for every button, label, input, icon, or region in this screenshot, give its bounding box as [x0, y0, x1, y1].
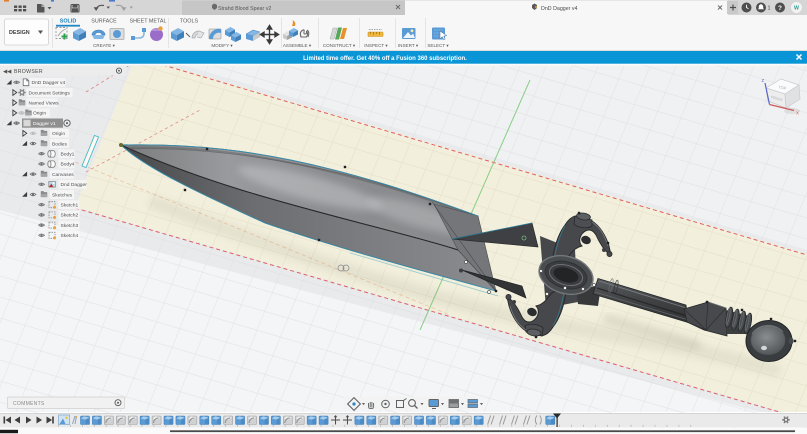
svg-text:TOOLS: TOOLS: [180, 19, 199, 25]
svg-text:DESIGN: DESIGN: [9, 30, 30, 36]
svg-text:Strahd Blood Spear v2: Strahd Blood Spear v2: [218, 6, 271, 12]
svg-text:Sketches: Sketches: [52, 192, 73, 198]
svg-text:SELECT ▾: SELECT ▾: [427, 43, 449, 48]
svg-text:Body4: Body4: [61, 162, 75, 168]
svg-text:COMMENTS: COMMENTS: [13, 401, 45, 407]
svg-text:DnD Dagger v4: DnD Dagger v4: [541, 6, 578, 12]
svg-text:INSPECT ▾: INSPECT ▾: [364, 43, 388, 48]
svg-text:Sketch2: Sketch2: [61, 213, 79, 219]
svg-text:Named Views: Named Views: [29, 101, 60, 107]
svg-text:CREATE ▾: CREATE ▾: [93, 43, 116, 48]
svg-text:◀◀: ◀◀: [3, 69, 11, 75]
svg-text:MODIFY ▾: MODIFY ▾: [211, 43, 233, 48]
svg-text:Sketch4: Sketch4: [61, 233, 79, 239]
svg-text:Origin: Origin: [52, 131, 65, 137]
svg-text:Origin: Origin: [33, 111, 46, 117]
svg-text:SURFACE: SURFACE: [91, 19, 117, 25]
svg-text:Bodies: Bodies: [52, 141, 68, 147]
svg-text:Body1: Body1: [61, 152, 75, 158]
svg-text:Sketch1: Sketch1: [61, 203, 79, 209]
svg-text:CONSTRUCT ▾: CONSTRUCT ▾: [323, 43, 356, 48]
svg-text:INSERT ▾: INSERT ▾: [398, 43, 419, 48]
svg-text:Document Settings: Document Settings: [29, 90, 71, 96]
svg-text:Canvases: Canvases: [52, 172, 74, 178]
svg-text:Dagger v1: Dagger v1: [33, 121, 56, 127]
svg-text:X: X: [796, 111, 799, 116]
svg-text:Z: Z: [762, 78, 765, 83]
svg-text:Dnd Dagger: Dnd Dagger: [61, 182, 88, 188]
svg-text:?: ?: [778, 5, 782, 12]
svg-text:Sketch3: Sketch3: [61, 223, 79, 229]
svg-text:1: 1: [768, 6, 771, 12]
svg-text:W: W: [794, 6, 799, 12]
svg-text:SHEET METAL: SHEET METAL: [130, 19, 167, 25]
svg-text:Limited time offer. Get 40% of: Limited time offer. Get 40% off a Fusion…: [303, 56, 467, 62]
svg-text:SOLID: SOLID: [60, 19, 77, 25]
svg-text:ASSEMBLE ▾: ASSEMBLE ▾: [283, 43, 312, 48]
svg-text:DnD Dagger v4: DnD Dagger v4: [32, 80, 66, 86]
svg-text:BROWSER: BROWSER: [14, 69, 43, 75]
